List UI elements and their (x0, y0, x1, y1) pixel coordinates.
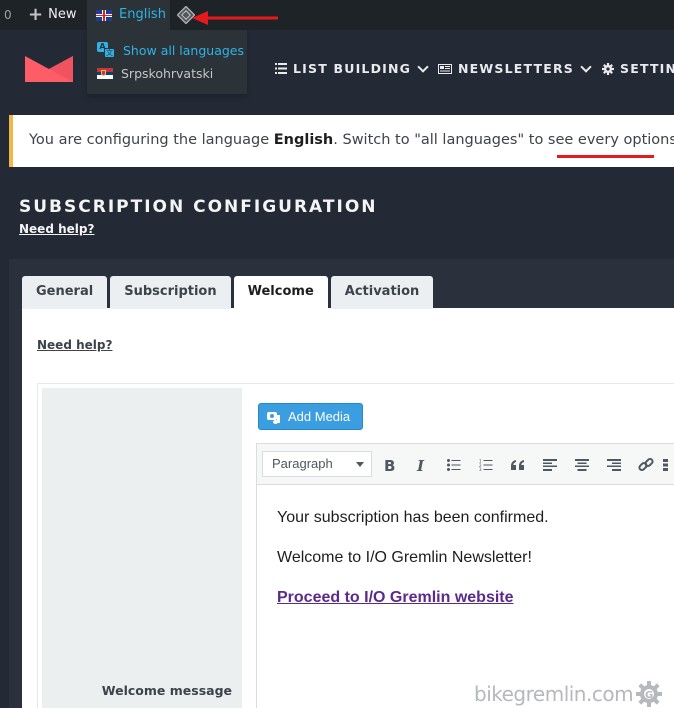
align-left-icon[interactable] (539, 454, 561, 476)
gear-icon (602, 62, 614, 75)
newspaper-icon (438, 63, 452, 74)
admin-bar-count[interactable]: 0 (4, 0, 12, 30)
serbian-language-item[interactable]: Srpskohrvatski (97, 66, 213, 81)
show-all-languages-item[interactable]: A文 Show all languages (97, 42, 244, 58)
link-icon[interactable] (635, 454, 657, 476)
admin-bar: 0 + New English (0, 0, 674, 30)
nav-newsletters-label: NEWSLETTERS (458, 61, 575, 76)
notice-text: You are configuring the language English… (29, 132, 674, 148)
more-icon[interactable] (663, 454, 674, 476)
format-select[interactable]: Paragraph (262, 451, 372, 477)
add-media-button[interactable]: Add Media (258, 403, 363, 430)
nav-settings[interactable]: SETTINGS (602, 61, 674, 76)
language-dropdown: A文 Show all languages Srpskohrvatski (87, 30, 247, 94)
blockquote-icon[interactable] (507, 454, 529, 476)
gear-logo-icon: G (636, 681, 663, 707)
nav-newsletters[interactable]: NEWSLETTERS (438, 60, 592, 76)
new-button[interactable]: + New (28, 0, 76, 30)
need-help-inner-link[interactable]: Need help? (37, 338, 112, 352)
nav-list-building-label: LIST BUILDING (293, 61, 412, 76)
annotation-underline (557, 155, 654, 158)
media-icon (267, 410, 283, 424)
editor-paragraph: Your subscription has been confirmed. (277, 509, 549, 526)
language-label: English (119, 7, 166, 22)
mailpoet-logo[interactable] (25, 56, 73, 82)
watermark: bikegremlin.com G (474, 681, 663, 707)
chevron-down-icon (417, 60, 429, 73)
nav-list-building[interactable]: LIST BUILDING (275, 60, 429, 76)
align-center-icon[interactable] (571, 454, 593, 476)
notice-language: English (273, 132, 334, 148)
editor-paragraph: Welcome to I/O Gremlin Newsletter! (277, 549, 532, 566)
tab-general[interactable]: General (22, 276, 108, 309)
italic-icon[interactable]: I (411, 454, 433, 476)
svg-text:G: G (645, 690, 653, 701)
bold-icon[interactable]: B (379, 454, 401, 476)
uk-flag-icon (96, 9, 112, 21)
chevron-down-icon (580, 60, 592, 73)
numbered-list-icon[interactable]: 123 (475, 454, 497, 476)
caret-down-icon (356, 462, 364, 467)
tab-welcome[interactable]: Welcome (233, 276, 328, 309)
watermark-text: bikegremlin.com (474, 682, 634, 706)
svg-text:I: I (416, 458, 425, 472)
tab-bar: General Subscription Welcome Activation (22, 276, 434, 309)
plus-icon: + (28, 4, 44, 25)
serbian-language-label: Srpskohrvatski (121, 66, 214, 81)
new-label: New (48, 7, 77, 22)
tab-subscription[interactable]: Subscription (110, 276, 231, 309)
need-help-link[interactable]: Need help? (19, 222, 94, 236)
annotation-arrow (192, 11, 278, 25)
welcome-message-label: Welcome message (101, 683, 232, 698)
list-icon (275, 63, 287, 74)
translate-icon: A文 (97, 42, 115, 58)
editor-content[interactable]: Your subscription has been confirmed. We… (277, 508, 549, 628)
language-notice: You are configuring the language English… (9, 115, 674, 167)
language-switcher[interactable]: English (87, 0, 170, 30)
svg-text:3: 3 (479, 467, 482, 471)
show-all-languages-label: Show all languages (123, 42, 244, 58)
page-title: SUBSCRIPTION CONFIGURATION (19, 197, 378, 217)
editor-website-link[interactable]: Proceed to I/O Gremlin website (277, 589, 514, 606)
add-media-label: Add Media (288, 409, 351, 424)
serbian-flag-icon (97, 68, 113, 80)
align-right-icon[interactable] (603, 454, 625, 476)
format-select-value: Paragraph (272, 456, 333, 471)
svg-text:B: B (384, 458, 395, 472)
editor-toolbar: Paragraph B I 123 (257, 444, 674, 485)
field-label-column: Welcome message (42, 388, 242, 708)
tab-activation[interactable]: Activation (330, 276, 434, 309)
nav-settings-label: SETTINGS (620, 61, 674, 76)
bullet-list-icon[interactable] (443, 454, 465, 476)
